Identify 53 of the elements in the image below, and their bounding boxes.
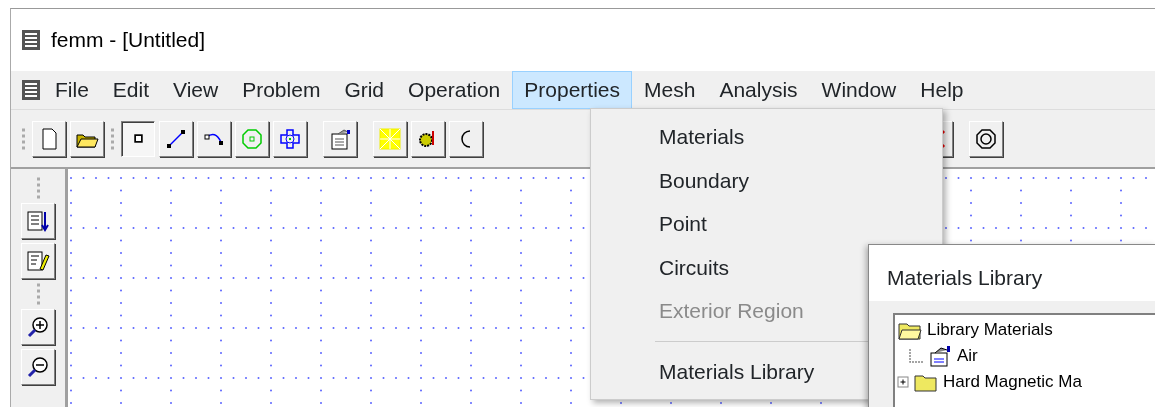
tree-item[interactable]: Library Materials	[927, 317, 1053, 343]
sort-down-icon	[26, 209, 50, 233]
notepad-pencil-button[interactable]	[21, 243, 55, 279]
menu-item[interactable]: Mesh	[632, 71, 708, 109]
toolbar-grip-icon	[36, 177, 40, 199]
toolbar-grip-icon	[111, 127, 114, 150]
zoom-in-icon	[26, 315, 50, 339]
menu-item[interactable]: Edit	[100, 71, 162, 109]
sort-down-button[interactable]	[21, 203, 55, 239]
menu-item[interactable]: Window	[809, 71, 909, 109]
zoom-out-button[interactable]	[21, 349, 55, 385]
partial-button[interactable]	[449, 120, 483, 157]
tree-item[interactable]: Air	[957, 343, 978, 369]
folder-button[interactable]	[70, 120, 104, 157]
menu-item[interactable]: View	[161, 71, 231, 109]
circle-button[interactable]	[235, 120, 269, 157]
gear-button[interactable]	[411, 120, 445, 157]
menu-item[interactable]: Problem	[230, 71, 333, 109]
toolbar-grip-icon	[22, 127, 25, 150]
app-icon	[19, 78, 43, 102]
menu-item[interactable]: Point	[591, 202, 942, 246]
tree-connector-line	[909, 349, 923, 363]
new-file-button[interactable]	[32, 120, 66, 157]
line-button[interactable]	[159, 120, 193, 157]
zoom-out-icon	[26, 355, 50, 379]
menu-item[interactable]: Properties	[512, 71, 632, 109]
dialog-title: Materials Library	[886, 265, 1044, 291]
menu-item[interactable]: Operation	[396, 71, 513, 109]
partial-icon	[461, 129, 471, 148]
arc-button[interactable]	[197, 120, 231, 157]
ring-icon	[974, 126, 998, 151]
point-button[interactable]	[121, 120, 155, 157]
mesh-grid-icon	[378, 126, 402, 151]
zoom-in-button[interactable]	[21, 309, 55, 345]
expand-icon	[897, 376, 909, 388]
material-icon	[927, 344, 953, 368]
cross-shape-icon	[278, 126, 302, 151]
toolbar-grip-icon	[36, 283, 40, 305]
menu-item[interactable]: Boundary	[591, 158, 942, 202]
tree-item[interactable]: Hard Magnetic Ma	[943, 369, 1082, 395]
properties-sheet-button[interactable]	[323, 120, 357, 157]
menu-item[interactable]: Analysis	[707, 71, 810, 109]
window-title: femm - [Untitled]	[51, 27, 206, 54]
menu-item[interactable]: Materials	[591, 115, 942, 159]
mesh-grid-button[interactable]	[373, 120, 407, 157]
app-icon	[19, 28, 43, 52]
cross-shape-button[interactable]	[273, 120, 307, 157]
point-icon	[133, 134, 143, 143]
menu-item[interactable]: Grid	[332, 71, 397, 109]
menu-item[interactable]: Help	[908, 71, 976, 109]
ring-button[interactable]	[969, 120, 1003, 157]
menu-item[interactable]: File	[43, 71, 101, 109]
notepad-pencil-icon	[26, 249, 50, 273]
